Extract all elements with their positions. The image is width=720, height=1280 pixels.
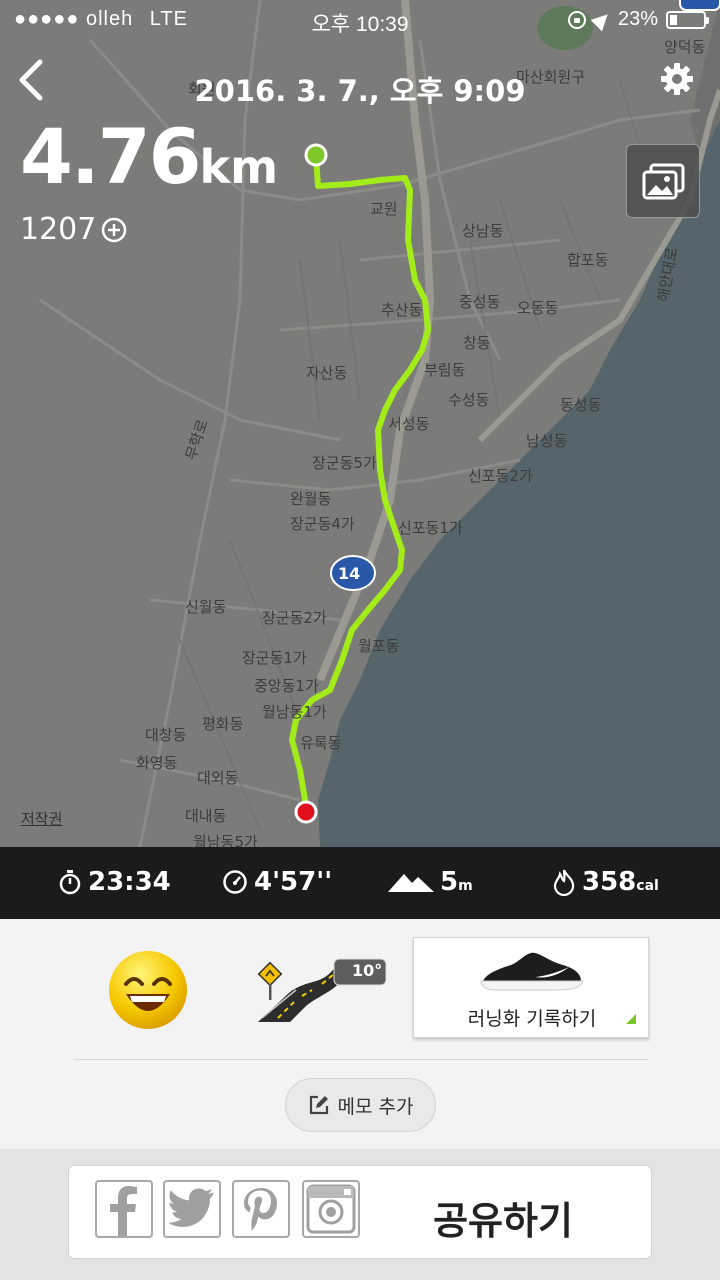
add-memo-button[interactable]: 메모 추가 [285,1078,436,1132]
map-label: 중성동 [459,293,501,311]
photos-icon [642,163,685,200]
add-shoe-button[interactable]: 러닝화 기록하기 [413,937,649,1038]
copyright-link[interactable]: 저작권 [21,808,62,829]
map-label: 상남동 [462,222,504,240]
map-label: 장군동2가 [262,609,327,627]
battery-icon [666,10,709,29]
road-number: 14 [338,564,361,583]
map-label: 화영동 [136,754,178,772]
temperature: 10° [352,961,383,980]
corner-triangle-icon [626,1014,636,1024]
stats-bar: 23:34 4'57'' 5m 358cal [0,847,720,919]
happy-face-icon [109,951,187,1029]
map-label: 신월동 [185,598,227,616]
map-label: 월포동 [358,637,400,655]
map-label: 완월동 [290,490,332,508]
calories-value: 358cal [582,867,659,897]
map-label: 대창동 [145,726,187,744]
elevation-value: 5m [440,867,473,897]
map-label: 월남동5가 [193,833,258,847]
duration-stat: 23:34 [58,867,171,897]
map-label: 동성동 [560,396,602,414]
pinterest-icon[interactable] [232,1180,290,1238]
rotation-lock-icon [567,10,586,29]
map-label: 대외동 [197,769,239,787]
fuel-value: 1207 [20,212,97,247]
map-label: 대내동 [185,807,227,825]
map-label: 장군동5가 [312,454,377,472]
map-label: 유록동 [300,734,342,752]
flame-icon [553,869,575,896]
fuel-display[interactable]: 1207 [20,212,128,247]
map-label: 자산동 [306,364,348,382]
distance-display: 4.76km [20,112,278,201]
running-shoe-icon [480,952,584,991]
shoe-label: 러닝화 기록하기 [467,1008,597,1030]
map-label: 평화동 [202,715,244,733]
map-label: 중앙동1가 [254,677,319,695]
mood-button[interactable] [106,948,190,1032]
elevation-stat: 5m [388,867,473,897]
distance-unit: km [199,140,279,194]
map-label: 오동동 [517,299,559,317]
map-label: 장군동1가 [242,649,307,667]
map-label: 수성동 [448,391,490,409]
settings-button[interactable] [660,62,694,96]
map-label: 서성동 [388,415,430,433]
stopwatch-icon [59,870,81,895]
duration-value: 23:34 [88,867,171,897]
share-label: 공유하기 [433,1199,573,1243]
battery-percent: 23% [617,8,658,30]
plus-circle-icon [102,217,127,242]
distance-value: 4.76 [20,112,202,201]
gear-icon [661,63,693,95]
map-label: 장군동4가 [290,515,355,533]
map-label: 교원 [370,200,398,218]
pace-stat: 4'57'' [222,867,332,897]
map-label: 신포동2가 [468,467,533,485]
end-marker [294,800,318,824]
map-label: 창동 [463,334,491,352]
twitter-icon[interactable] [163,1180,221,1238]
terrain-weather-button[interactable]: 10° [250,956,390,1026]
map-label: 월남동1가 [262,703,327,721]
page-title: 2016. 3. 7., 오후 9:09 [194,74,526,108]
map-label: 신포동1가 [398,519,463,537]
map-label: 남성동 [526,432,568,450]
edit-note-icon [309,1095,328,1115]
memo-label: 메모 추가 [337,1095,414,1118]
pace-value: 4'57'' [254,867,333,897]
instagram-icon[interactable] [302,1180,360,1238]
map-label: 추산동 [381,301,423,319]
location-icon [590,8,614,31]
status-right: 23% [567,8,709,31]
calories-stat: 358cal [552,867,659,897]
mountain-icon [388,874,434,892]
status-bar: ●●●●● olleh LTE 오후 10:39 23% [0,0,720,40]
map-label: 합포동 [567,251,609,269]
facebook-icon[interactable] [95,1180,153,1238]
start-marker [304,143,328,167]
divider [74,1059,648,1060]
add-photo-button[interactable] [626,144,700,218]
map-label: 부림동 [424,361,466,379]
speedometer-icon [223,870,247,894]
